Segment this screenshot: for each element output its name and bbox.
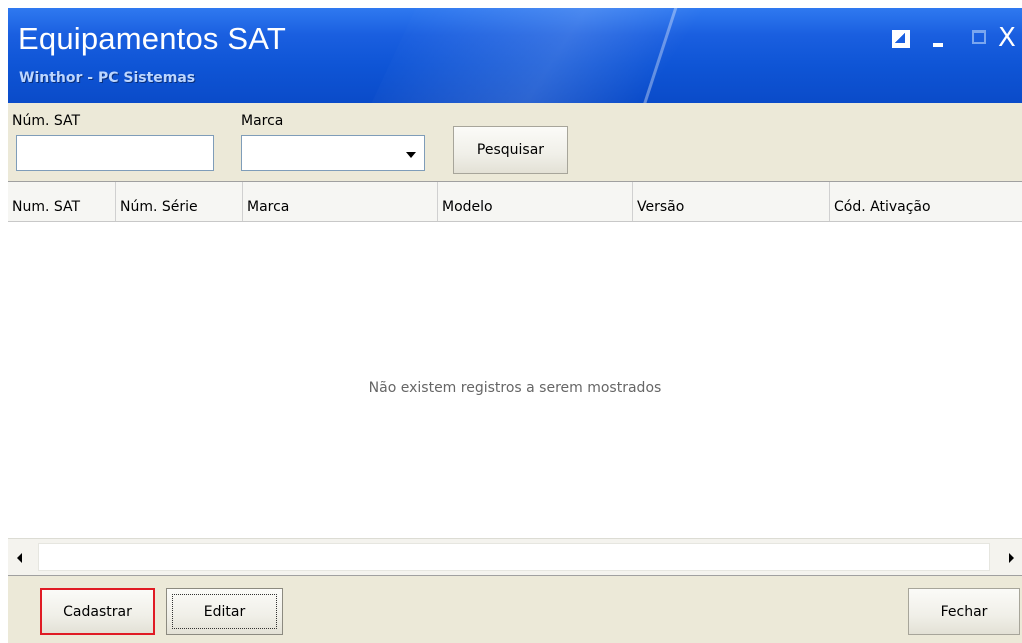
maximize-icon[interactable]	[972, 30, 988, 46]
grid-header: Num. SAT Núm. Série Marca Modelo Versão …	[8, 182, 1022, 222]
results-grid[interactable]: Num. SAT Núm. Série Marca Modelo Versão …	[8, 181, 1022, 576]
num-sat-label: Núm. SAT	[12, 113, 81, 129]
fechar-button[interactable]: Fechar	[908, 588, 1020, 635]
window-subtitle: Winthor - PC Sistemas	[19, 70, 196, 86]
editar-button[interactable]: Editar	[166, 588, 283, 635]
scroll-right-icon[interactable]	[994, 543, 1020, 571]
search-button[interactable]: Pesquisar	[453, 126, 568, 174]
title-bar[interactable]: Equipamentos SAT Winthor - PC Sistemas X	[8, 8, 1022, 103]
equipamentos-sat-window: Equipamentos SAT Winthor - PC Sistemas X…	[8, 8, 1022, 643]
chevron-down-icon[interactable]	[406, 152, 416, 158]
empty-grid-message: Não existem registros a serem mostrados	[368, 380, 662, 396]
column-header-modelo[interactable]: Modelo	[438, 182, 633, 221]
focus-rectangle	[172, 594, 277, 629]
close-icon[interactable]: X	[998, 25, 1022, 51]
horizontal-scrollbar[interactable]	[8, 538, 1022, 575]
column-header-marca[interactable]: Marca	[243, 182, 438, 221]
cadastrar-button[interactable]: Cadastrar	[40, 588, 155, 635]
column-header-versao[interactable]: Versão	[633, 182, 830, 221]
column-header-num-serie[interactable]: Núm. Série	[116, 182, 243, 221]
title-bar-sheen	[341, 8, 795, 103]
column-header-num-sat[interactable]: Num. SAT	[8, 182, 116, 221]
minimize-icon[interactable]	[930, 30, 948, 48]
scroll-left-icon[interactable]	[10, 543, 36, 571]
window-title: Equipamentos SAT	[18, 21, 286, 56]
marca-select[interactable]	[241, 135, 425, 171]
num-sat-input[interactable]	[16, 135, 214, 171]
column-header-cod-ativacao[interactable]: Cód. Ativação	[830, 182, 1022, 221]
scrollbar-track[interactable]	[38, 543, 990, 571]
marca-label: Marca	[241, 113, 284, 129]
restore-icon[interactable]	[892, 30, 910, 48]
